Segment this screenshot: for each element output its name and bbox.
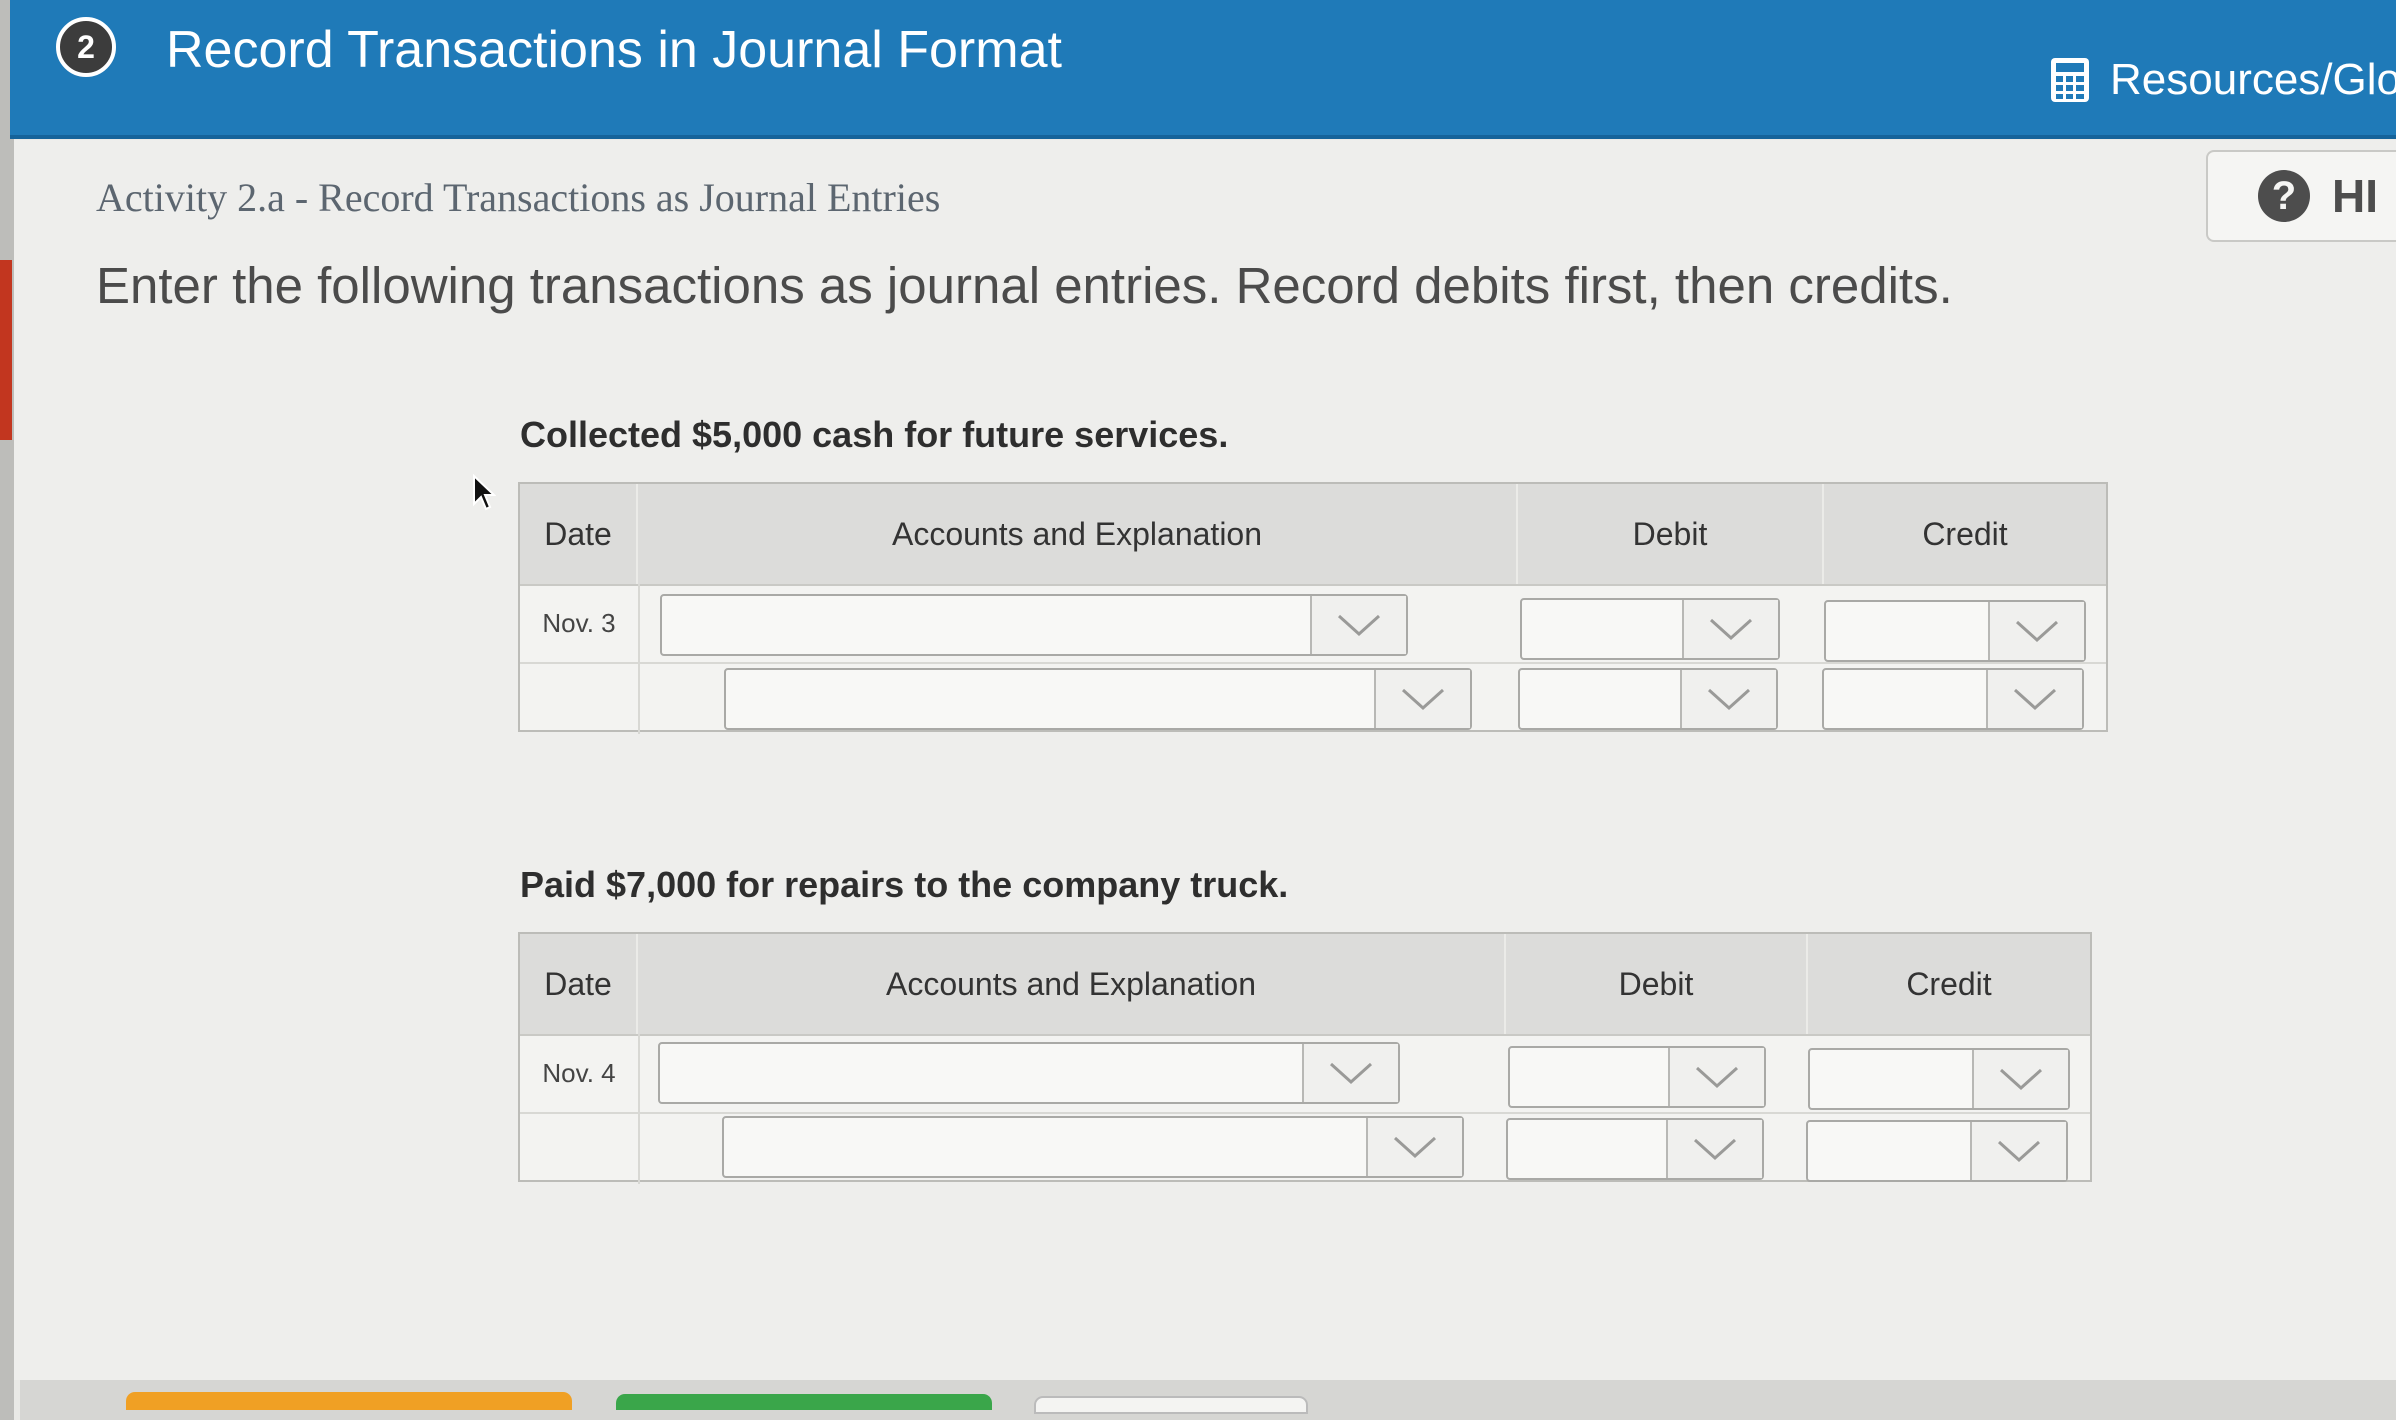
- journal-row: [520, 664, 2106, 734]
- chevron-down-icon: [1302, 1044, 1398, 1102]
- date-cell: [520, 664, 640, 734]
- activity-panel: [14, 140, 2396, 1380]
- debit-select[interactable]: [1506, 1118, 1764, 1180]
- account-select[interactable]: [658, 1042, 1400, 1104]
- debit-select[interactable]: [1518, 668, 1778, 730]
- chevron-down-icon: [1666, 1120, 1762, 1178]
- chevron-down-icon: [1682, 600, 1778, 658]
- hint-label: HI: [2332, 170, 2378, 222]
- progress-tab-green[interactable]: [616, 1394, 992, 1410]
- journal-table-2: Date Accounts and Explanation Debit Cred…: [518, 932, 2092, 1184]
- debit-select[interactable]: [1520, 598, 1780, 660]
- journal-row: Nov. 4: [520, 1034, 2090, 1114]
- journal-row: Nov. 3: [520, 584, 2106, 664]
- resources-label: Resources/Glos: [2110, 55, 2396, 104]
- screen: 2 Record Transactions in Journal Format …: [0, 0, 2396, 1420]
- chevron-down-icon: [1310, 596, 1406, 654]
- step-badge: 2: [56, 17, 116, 77]
- instructions-text: Enter the following transactions as jour…: [96, 257, 1953, 314]
- transaction-1-description: Collected $5,000 cash for future service…: [520, 414, 1229, 455]
- mouse-cursor-icon: [473, 474, 496, 511]
- transaction-2-description: Paid $7,000 for repairs to the company t…: [520, 864, 1289, 905]
- header-accounts: Accounts and Explanation: [638, 484, 1518, 584]
- left-tab-marker: [0, 260, 12, 440]
- credit-select[interactable]: [1806, 1120, 2068, 1182]
- chevron-down-icon: [1366, 1118, 1462, 1176]
- header-date: Date: [520, 484, 638, 584]
- chevron-down-icon: [1972, 1050, 2068, 1108]
- date-cell: Nov. 3: [520, 584, 640, 662]
- chevron-down-icon: [1970, 1122, 2066, 1180]
- journal-row: [520, 1114, 2090, 1184]
- header-date: Date: [520, 934, 638, 1034]
- header-bar: 2 Record Transactions in Journal Format …: [10, 0, 2396, 139]
- chevron-down-icon: [1668, 1048, 1764, 1106]
- activity-subtitle: Activity 2.a - Record Transactions as Jo…: [96, 175, 941, 220]
- header-accounts: Accounts and Explanation: [638, 934, 1506, 1034]
- journal-table-1: Date Accounts and Explanation Debit Cred…: [518, 482, 2108, 734]
- account-select-indented[interactable]: [722, 1116, 1464, 1178]
- page-title: Record Transactions in Journal Format: [166, 21, 1062, 79]
- header-credit: Credit: [1922, 515, 2008, 552]
- journal-header-row: Date Accounts and Explanation Debit Cred…: [520, 934, 2090, 1036]
- chevron-down-icon: [1680, 670, 1776, 728]
- journal-header-row: Date Accounts and Explanation Debit Cred…: [520, 484, 2106, 586]
- progress-tab-orange[interactable]: [126, 1392, 572, 1410]
- calculator-icon: [2051, 58, 2089, 102]
- date-cell: [520, 1114, 640, 1184]
- credit-select[interactable]: [1822, 668, 2084, 730]
- header-credit: Credit: [1906, 965, 1992, 1002]
- hint-button[interactable]: ? HI: [2206, 150, 2396, 242]
- chevron-down-icon: [1374, 670, 1470, 728]
- chevron-down-icon: [1988, 602, 2084, 660]
- left-edge: [0, 0, 14, 1420]
- progress-tab-empty[interactable]: [1034, 1396, 1308, 1414]
- credit-select[interactable]: [1808, 1048, 2070, 1110]
- date-cell: Nov. 4: [520, 1034, 640, 1112]
- debit-select[interactable]: [1508, 1046, 1766, 1108]
- question-circle-icon: ?: [2258, 170, 2310, 222]
- credit-select[interactable]: [1824, 600, 2086, 662]
- account-select-indented[interactable]: [724, 668, 1472, 730]
- header-debit: Debit: [1506, 934, 1808, 1034]
- resources-glossary-link[interactable]: Resources/Glos: [2050, 55, 2396, 105]
- account-select[interactable]: [660, 594, 1408, 656]
- chevron-down-icon: [1986, 670, 2082, 728]
- header-debit: Debit: [1518, 484, 1824, 584]
